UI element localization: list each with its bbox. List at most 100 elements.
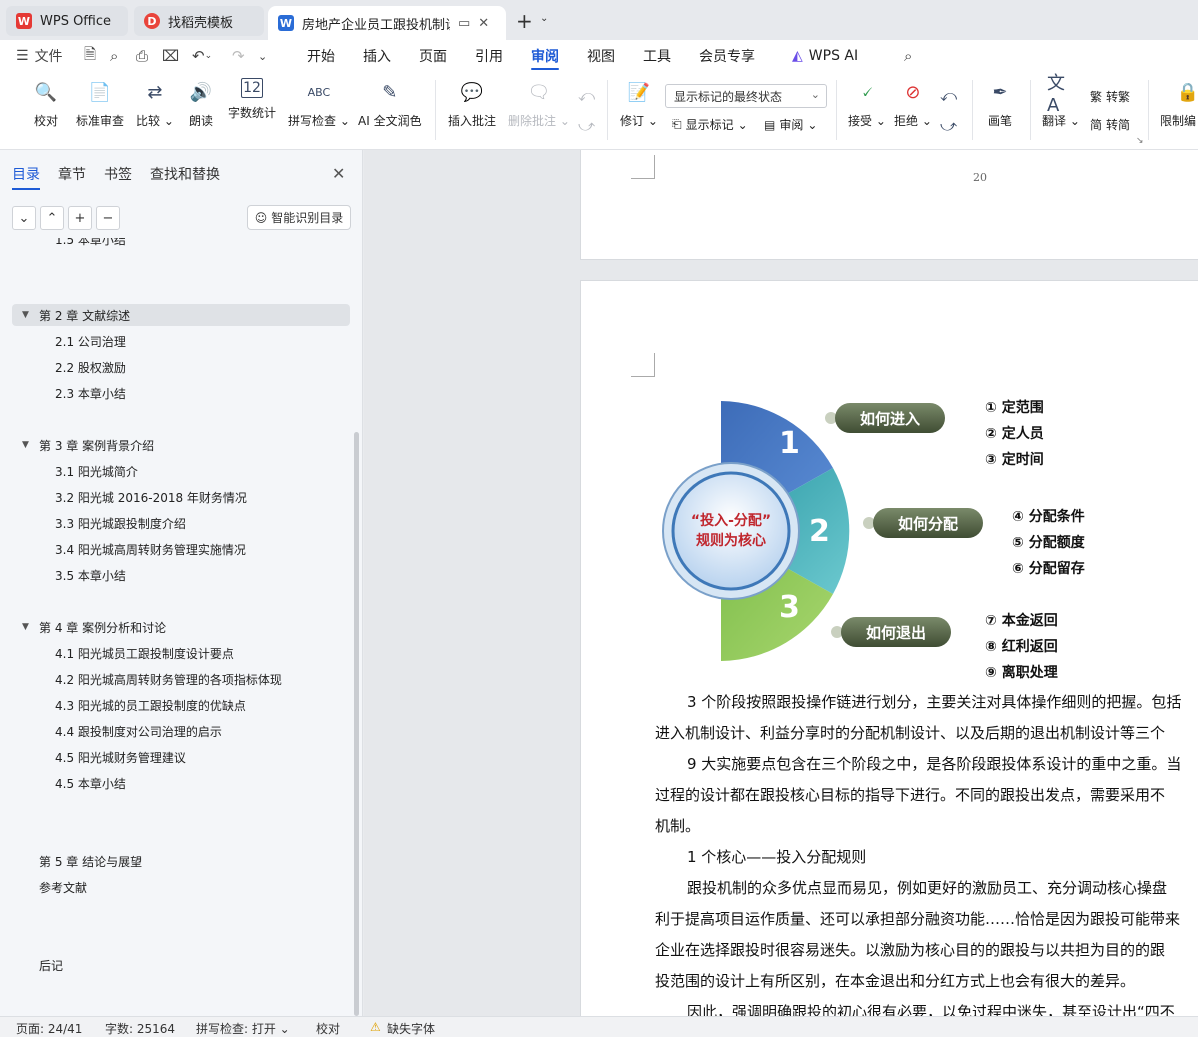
tab-find-replace[interactable]: 查找和替换: [150, 164, 220, 184]
toc-section-item[interactable]: 3.5 本章小结: [12, 564, 350, 586]
toc-section-item[interactable]: 3.1 阳光城简介: [12, 460, 350, 482]
spell-check-button[interactable]: ABC 拼写检查 ⌄: [288, 78, 350, 129]
simplified-icon: 简: [1090, 118, 1103, 132]
close-icon[interactable]: ✕: [332, 164, 345, 183]
remove-heading-button[interactable]: −: [96, 206, 120, 230]
menu-start[interactable]: 开始: [307, 40, 335, 72]
menu-insert[interactable]: 插入: [363, 40, 391, 72]
print-preview-icon[interactable]: ⌧: [162, 40, 179, 72]
monitor-icon[interactable]: ▭: [458, 16, 470, 31]
track-changes-button[interactable]: 📝 修订 ⌄: [620, 78, 658, 129]
compare-button[interactable]: ⇄ 比较 ⌄: [136, 78, 174, 129]
menu-reference[interactable]: 引用: [475, 40, 503, 72]
sidebar-scrollbar[interactable]: [354, 432, 359, 1016]
proof-indicator[interactable]: 校对: [316, 1020, 340, 1037]
toc-section-item[interactable]: 4.1 阳光城员工跟投制度设计要点: [12, 642, 350, 664]
delete-comment-button[interactable]: 🗨 删除批注 ⌄: [508, 78, 570, 129]
previous-change-icon[interactable]: ⤺: [940, 86, 957, 106]
expand-arrow-icon[interactable]: ▼: [12, 440, 39, 450]
toc-section-item[interactable]: 4.5 阳光城财务管理建议: [12, 746, 350, 768]
chevron-down-icon[interactable]: ⌄: [540, 13, 548, 24]
insert-comment-button[interactable]: 💬 插入批注: [448, 78, 496, 129]
expand-up-button[interactable]: ⌃: [40, 206, 64, 230]
next-change-icon[interactable]: ⤻: [940, 116, 957, 136]
toc-section-item[interactable]: 4.2 阳光城高周转财务管理的各项指标体现: [12, 668, 350, 690]
ink-button[interactable]: ✒ 画笔: [986, 78, 1014, 129]
tab-bookmarks[interactable]: 书签: [104, 164, 132, 184]
smart-toc-button[interactable]: ☺ 智能识别目录: [247, 205, 351, 230]
word-count-indicator[interactable]: 字数: 25164: [105, 1020, 175, 1037]
add-heading-button[interactable]: +: [68, 206, 92, 230]
toc-chapter-item[interactable]: ▼ 第 4 章 案例分析和讨论: [12, 616, 350, 638]
export-icon[interactable]: ⌕: [110, 40, 118, 72]
toc-chapter-item[interactable]: 第 5 章 结论与展望: [12, 850, 350, 872]
paragraph-line: 机制。: [655, 817, 701, 835]
more-chevron-icon[interactable]: ⌄: [258, 40, 267, 72]
toc-label: 3.5 本章小结: [55, 568, 126, 583]
menu-tools[interactable]: 工具: [643, 40, 671, 72]
stage-3-item-1: ⑦ 本金返回: [985, 612, 1058, 629]
expand-arrow-icon[interactable]: ▼: [12, 310, 39, 320]
menu-wps-ai[interactable]: ◭ WPS AI: [792, 40, 858, 72]
to-simplified-button[interactable]: 简转简: [1090, 116, 1130, 133]
next-comment-icon[interactable]: ⤻: [578, 116, 595, 136]
toc-section-item[interactable]: 4.4 跟投制度对公司治理的启示: [12, 720, 350, 742]
tab-toc[interactable]: 目录: [12, 164, 40, 190]
toc-section-item[interactable]: 3.2 阳光城 2016-2018 年财务情况: [12, 486, 350, 508]
expand-arrow-icon[interactable]: ▼: [12, 622, 39, 632]
page-indicator[interactable]: 页面: 24/41: [16, 1020, 82, 1037]
menu-view[interactable]: 视图: [587, 40, 615, 72]
missing-font-indicator[interactable]: 缺失字体: [387, 1020, 435, 1037]
translate-button[interactable]: 文A 翻译 ⌄: [1042, 73, 1080, 129]
close-tab-icon[interactable]: ✕: [478, 16, 489, 31]
redo-icon[interactable]: ↷: [232, 40, 245, 72]
toc-section-item[interactable]: 2.3 本章小结: [12, 382, 350, 404]
undo-icon[interactable]: ↶ ⌄: [192, 40, 212, 72]
spell-check-indicator[interactable]: 拼写检查: 打开 ⌄: [196, 1020, 290, 1037]
accept-button[interactable]: 🗸 接受 ⌄: [848, 78, 886, 129]
save-icon[interactable]: 🗎: [84, 40, 96, 72]
show-markup-button[interactable]: ⎗ 显示标记 ⌄: [672, 116, 748, 133]
menu-page[interactable]: 页面: [419, 40, 447, 72]
compare-icon: ⇄: [147, 81, 163, 103]
toc-label: 4.1 阳光城员工跟投制度设计要点: [55, 646, 234, 661]
toc-chapter-item[interactable]: ▼ 第 3 章 案例背景介绍: [12, 434, 350, 456]
toc-section-item[interactable]: 2.1 公司治理: [12, 330, 350, 352]
toc-section-item[interactable]: 3.4 阳光城高周转财务管理实施情况: [12, 538, 350, 560]
stage-2-item-3: ⑥ 分配留存: [1012, 560, 1085, 577]
ai-polish-button[interactable]: ✎ AI 全文润色: [358, 78, 422, 129]
read-aloud-button[interactable]: 🔊 朗读: [187, 78, 215, 129]
tab-wps-office[interactable]: W WPS Office: [6, 6, 128, 36]
review-pane-button[interactable]: ▤ 审阅 ⌄: [764, 116, 817, 133]
menu-review[interactable]: 审阅: [531, 40, 559, 72]
standard-review-button[interactable]: 📄 标准审查: [76, 78, 124, 129]
toc-chapter-item[interactable]: 参考文献: [12, 876, 350, 898]
paragraph-line: 跟投机制的众多优点显而易见，例如更好的激励员工、充分调动核心操盘: [687, 879, 1168, 897]
new-tab-icon[interactable]: +: [516, 9, 533, 33]
toc-section-item[interactable]: 3.3 阳光城跟投制度介绍: [12, 512, 350, 534]
reject-button[interactable]: ⊘ 拒绝 ⌄: [894, 78, 932, 129]
markup-state-select[interactable]: 显示标记的最终状态 ⌄: [665, 84, 827, 108]
toc-section-item[interactable]: 4.5 本章小结: [12, 772, 350, 794]
tab-docer[interactable]: D 找稻壳模板: [134, 6, 264, 36]
status-bar: 页面: 24/41 字数: 25164 拼写检查: 打开 ⌄ 校对 ⚠ 缺失字体: [0, 1016, 1198, 1037]
word-count-button[interactable]: 12 字数统计: [228, 78, 276, 121]
to-traditional-button[interactable]: 繁转繁: [1090, 88, 1130, 105]
toc-chapter-item[interactable]: ▼ 第 2 章 文献综述: [12, 304, 350, 326]
proofread-button[interactable]: 🔍 校对: [32, 78, 60, 129]
navigation-pane: 目录 章节 书签 查找和替换 ✕ ⌄ ⌃ + − ☺ 智能识别目录 1.5 本章小…: [0, 150, 363, 1016]
previous-comment-icon[interactable]: ⤺: [578, 86, 595, 106]
toc-section-item[interactable]: 1.5 本章小结: [12, 238, 350, 250]
toc-section-item[interactable]: 2.2 股权激励: [12, 356, 350, 378]
restrict-edit-button[interactable]: 🔒 限制编: [1160, 78, 1198, 129]
print-icon[interactable]: ⎙: [136, 40, 148, 72]
tab-sections[interactable]: 章节: [58, 164, 86, 184]
search-icon[interactable]: ⌕: [904, 40, 912, 72]
expand-group-icon[interactable]: ↘: [1136, 136, 1144, 146]
toc-chapter-item[interactable]: 后记: [12, 954, 350, 976]
menu-member[interactable]: 会员专享: [699, 40, 755, 72]
collapse-all-button[interactable]: ⌄: [12, 206, 36, 230]
file-menu[interactable]: ☰ 文件: [16, 40, 63, 72]
toc-section-item[interactable]: 4.3 阳光城的员工跟投制度的优缺点: [12, 694, 350, 716]
tab-document[interactable]: W 房地产企业员工跟投机制设计 ▭ ✕: [268, 6, 506, 40]
